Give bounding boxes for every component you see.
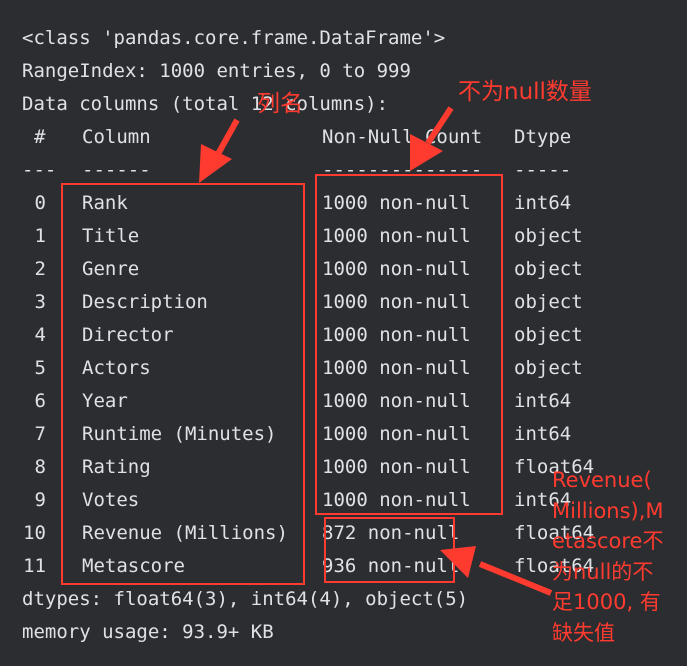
- row-dtype: int64: [514, 192, 572, 214]
- separator-num: ---: [22, 159, 57, 181]
- row-num: 3: [34, 291, 46, 313]
- column-names-label: 列名: [257, 91, 303, 117]
- missing-note-line: 为null的不: [552, 559, 654, 584]
- missing-note-line: etascore不: [552, 529, 664, 553]
- row-num: 6: [34, 390, 46, 412]
- row-num: 7: [34, 423, 46, 445]
- missing-note-line: Millions),M: [552, 498, 664, 523]
- header-dtype: Dtype: [514, 126, 572, 148]
- missing-values-note: Revenue( Millions),M etascore不 为null的不 足…: [552, 465, 664, 648]
- row-num: 2: [34, 258, 46, 280]
- header-num: #: [34, 126, 46, 148]
- row-dtype: object: [514, 291, 583, 313]
- data-columns-line: Data columns (total 12 columns):: [22, 93, 389, 115]
- row-num: 9: [34, 489, 46, 511]
- dtypes-line: dtypes: float64(3), int64(4), object(5): [22, 588, 469, 610]
- missing-note-line: Revenue(: [552, 468, 652, 492]
- row-num: 1: [34, 225, 46, 247]
- class-line: <class 'pandas.core.frame.DataFrame'>: [22, 27, 446, 49]
- row-dtype: object: [514, 225, 583, 247]
- nonnull-count-label: 不为null数量: [458, 79, 592, 105]
- range-index-line: RangeIndex: 1000 entries, 0 to 999: [22, 60, 411, 82]
- row-num: 4: [34, 324, 46, 346]
- row-dtype: int64: [514, 390, 572, 412]
- row-num: 11: [23, 555, 46, 577]
- header-column: Column: [82, 126, 151, 148]
- separator-dtype: -----: [514, 159, 572, 181]
- row-num: 10: [23, 522, 46, 544]
- memory-line: memory usage: 93.9+ KB: [22, 621, 274, 643]
- missing-values-box: [324, 517, 455, 583]
- row-num: 0: [34, 192, 46, 214]
- missing-note-line: 足1000, 有: [552, 590, 661, 614]
- column-names-box: [61, 183, 305, 585]
- header-nonnull: Non-Null Count: [322, 126, 483, 148]
- row-dtype: object: [514, 258, 583, 280]
- row-num: 8: [34, 456, 46, 478]
- row-dtype: int64: [514, 423, 572, 445]
- missing-note-line: 缺失值: [552, 620, 615, 645]
- row-num: 5: [34, 357, 46, 379]
- row-dtype: object: [514, 324, 583, 346]
- nonnull-count-box: [315, 174, 503, 515]
- row-dtype: object: [514, 357, 583, 379]
